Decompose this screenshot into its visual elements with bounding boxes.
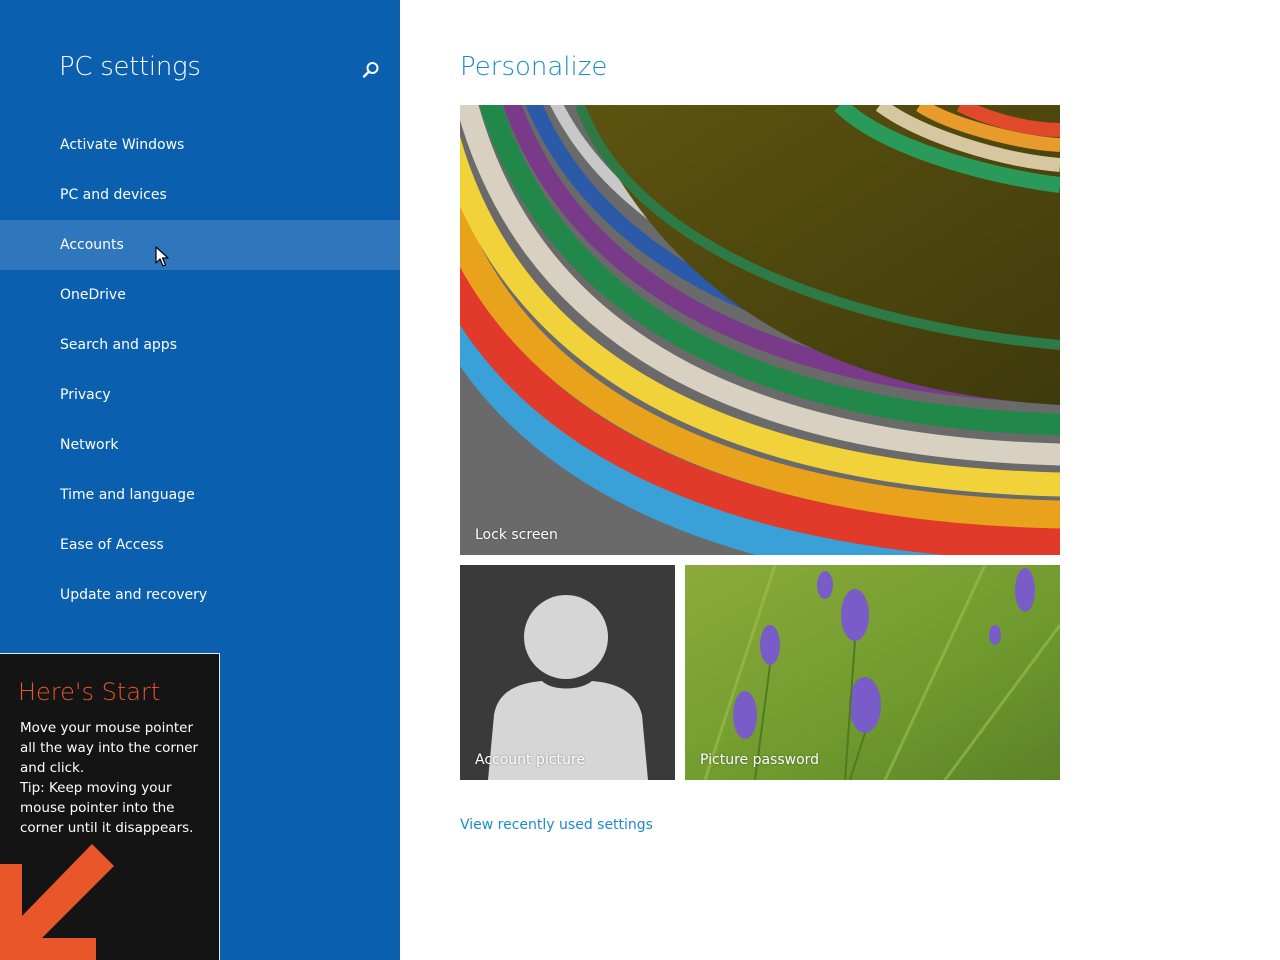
nav-item-onedrive[interactable]: OneDrive	[0, 270, 400, 320]
start-tip-popup: Here's Start Move your mouse pointer all…	[0, 653, 220, 960]
nav-item-ease-of-access[interactable]: Ease of Access	[0, 520, 400, 570]
nav-item-time-and-language[interactable]: Time and language	[0, 470, 400, 520]
picture-password-tile[interactable]: Picture password	[685, 565, 1060, 780]
nav-item-activate-windows[interactable]: Activate Windows	[0, 120, 400, 170]
page-title: Personalize	[460, 52, 608, 82]
nav-item-pc-and-devices[interactable]: PC and devices	[0, 170, 400, 220]
mouse-pointer-icon	[155, 246, 169, 268]
nav-item-privacy[interactable]: Privacy	[0, 370, 400, 420]
corner-arrow-icon	[0, 844, 120, 960]
lock-screen-tile[interactable]: Lock screen	[460, 105, 1060, 555]
tip-body: Move your mouse pointer all the way into…	[20, 720, 199, 836]
picture-password-image	[685, 565, 1060, 780]
account-picture-tile[interactable]: Account picture	[460, 565, 675, 780]
nav-item-accounts[interactable]: Accounts	[0, 220, 400, 270]
search-icon[interactable]	[360, 60, 382, 82]
view-recent-settings-link[interactable]: View recently used settings	[460, 817, 653, 833]
lock-screen-image	[460, 105, 1060, 555]
nav-item-network[interactable]: Network	[0, 420, 400, 470]
nav-item-update-and-recovery[interactable]: Update and recovery	[0, 570, 400, 620]
tip-title: Here's Start	[18, 678, 161, 706]
account-avatar-icon	[488, 595, 648, 780]
lock-screen-label: Lock screen	[475, 527, 558, 543]
picture-password-label: Picture password	[700, 752, 820, 768]
nav-list: Activate Windows PC and devices Accounts…	[0, 120, 400, 620]
nav-title: PC settings	[59, 52, 201, 82]
account-picture-label: Account picture	[475, 752, 585, 768]
nav-item-search-and-apps[interactable]: Search and apps	[0, 320, 400, 370]
